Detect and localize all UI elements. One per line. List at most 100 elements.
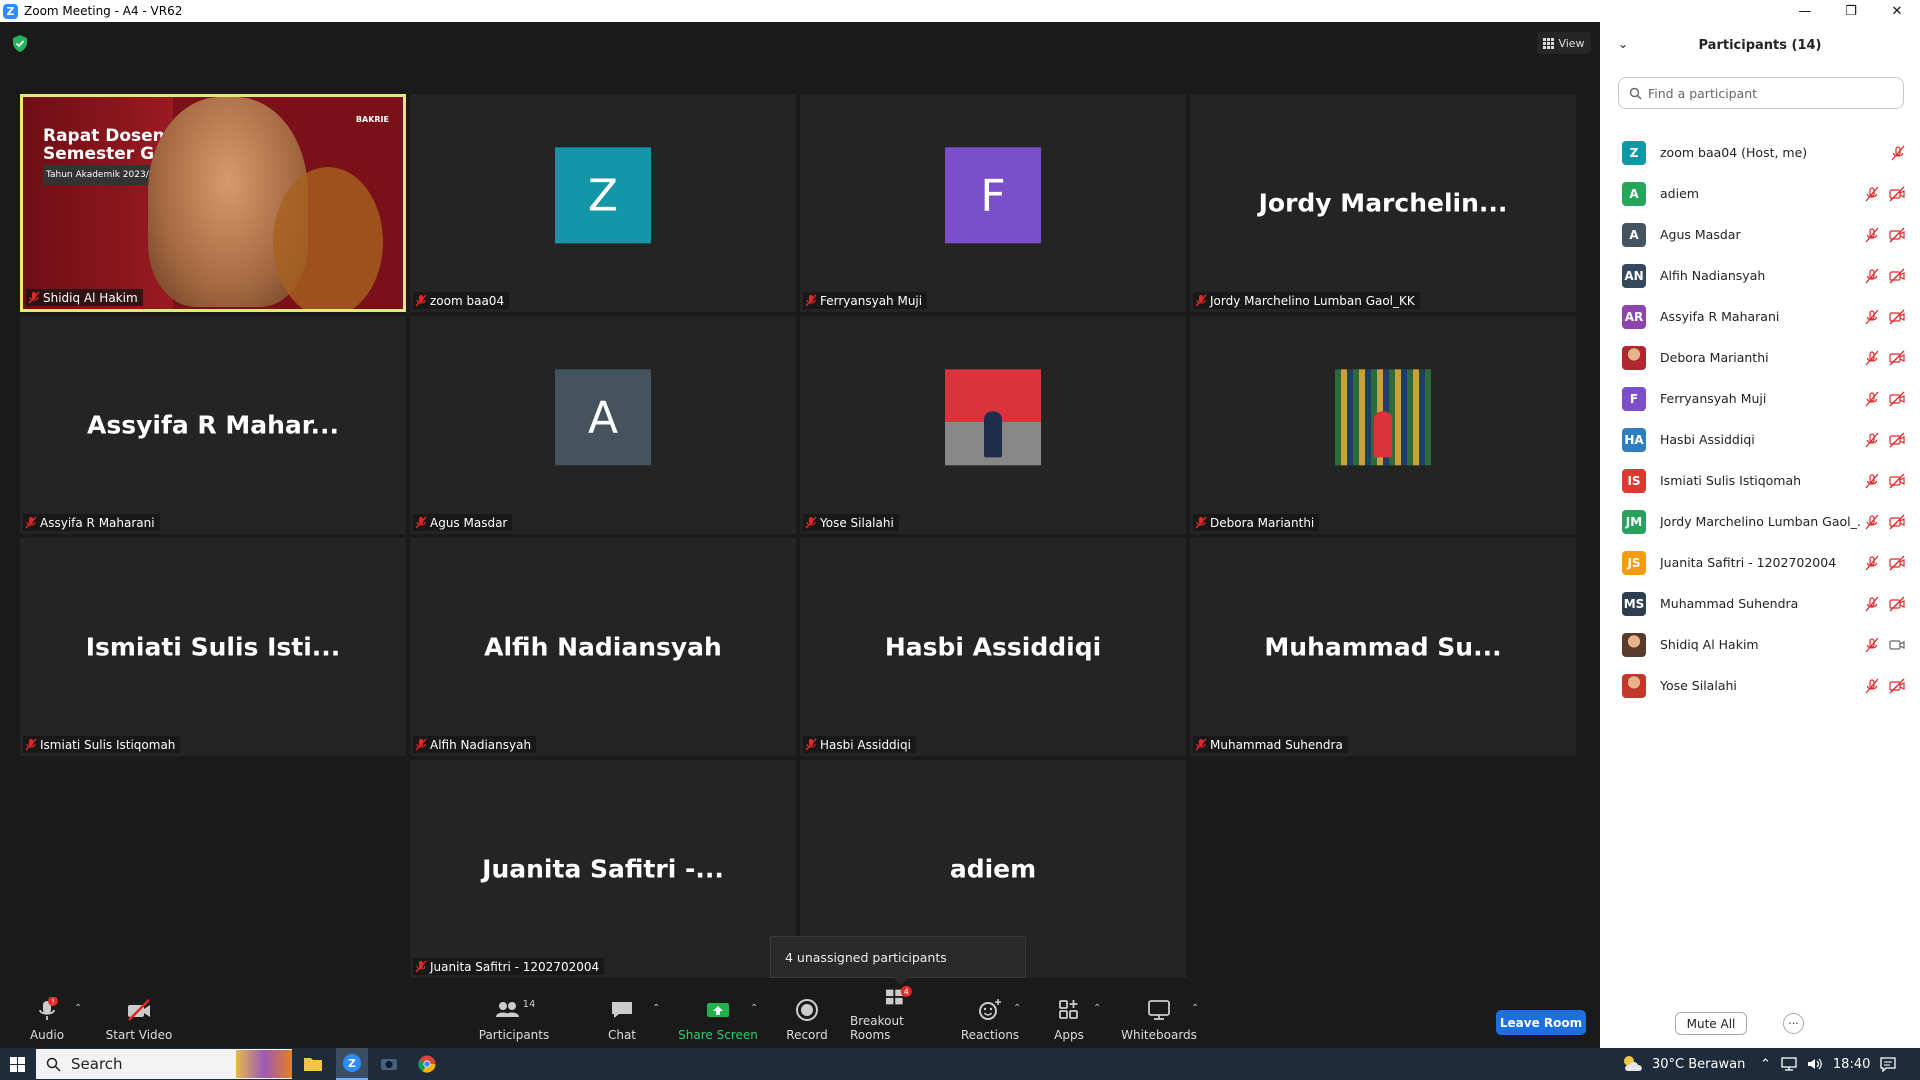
video-off-icon[interactable] [1888, 391, 1906, 407]
clock[interactable]: 18:40 [1833, 1057, 1870, 1072]
video-on-icon[interactable] [1888, 637, 1906, 653]
share-screen-button[interactable]: Share Screen [678, 985, 758, 1048]
restore-button[interactable]: ❐ [1828, 0, 1874, 22]
record-button[interactable]: Record [782, 985, 832, 1048]
video-off-icon[interactable] [1888, 268, 1906, 284]
participant-row[interactable]: AR Assyifa R Maharani [1600, 296, 1920, 337]
video-off-icon[interactable] [1888, 514, 1906, 530]
mic-muted-icon[interactable] [1864, 637, 1880, 653]
video-off-icon[interactable] [1888, 227, 1906, 243]
weather-widget[interactable]: 30°C Berawan [1620, 1048, 1745, 1080]
mic-muted-icon[interactable] [1864, 350, 1880, 366]
zoom-taskbar-icon[interactable]: Z [336, 1048, 368, 1080]
participant-row[interactable]: Debora Marianthi [1600, 337, 1920, 378]
participant-search-input[interactable]: Find a participant [1618, 77, 1904, 109]
audio-options-caret[interactable]: ⌃ [74, 1003, 82, 1014]
windows-start-icon[interactable] [10, 1057, 25, 1072]
participant-avatar: AR [1622, 304, 1646, 329]
participant-row[interactable]: A Agus Masdar [1600, 214, 1920, 255]
start-video-button[interactable]: Start Video [104, 985, 174, 1048]
mic-muted-icon[interactable] [1864, 678, 1880, 694]
close-button[interactable]: ✕ [1874, 0, 1920, 22]
video-tile[interactable]: Assyifa R Mahar... Assyifa R Maharani [20, 316, 406, 534]
video-tile[interactable]: Alfih Nadiansyah Alfih Nadiansyah [410, 538, 796, 756]
chrome-icon[interactable] [418, 1055, 436, 1073]
mic-muted-icon[interactable] [1864, 309, 1880, 325]
chat-options-caret[interactable]: ⌃ [652, 1003, 660, 1014]
mic-muted-icon[interactable] [1864, 514, 1880, 530]
video-tile[interactable]: Rapat Dosen Semester Ga Tahun Akademik 202… [20, 94, 406, 312]
participant-name: zoom baa04 (Host, me) [1660, 145, 1808, 160]
collapse-chevron-icon[interactable]: ⌄ [1618, 37, 1628, 51]
participants-label: Participants [478, 1028, 550, 1042]
minimize-button[interactable]: — [1782, 0, 1828, 22]
participant-row[interactable]: HA Hasbi Assiddiqi [1600, 419, 1920, 460]
participant-row[interactable]: Shidiq Al Hakim [1600, 624, 1920, 665]
notifications-icon[interactable] [1880, 1056, 1896, 1072]
participant-row[interactable]: IS Ismiati Sulis Istiqomah [1600, 460, 1920, 501]
participant-row[interactable]: AN Alfih Nadiansyah [1600, 255, 1920, 296]
mic-muted-icon[interactable] [1864, 432, 1880, 448]
video-off-icon[interactable] [1888, 555, 1906, 571]
video-off-icon[interactable] [1888, 309, 1906, 325]
whiteboards-button[interactable]: Whiteboards [1121, 985, 1197, 1048]
mic-muted-icon[interactable] [1890, 145, 1906, 161]
reactions-button[interactable]: Reactions [960, 985, 1020, 1048]
video-off-icon[interactable] [1888, 432, 1906, 448]
video-tile[interactable]: Muhammad Su... Muhammad Suhendra [1190, 538, 1576, 756]
video-tile[interactable]: Yose Silalahi [800, 316, 1186, 534]
tile-name-label: Ismiati Sulis Istiqomah [23, 736, 181, 753]
mute-all-button[interactable]: Mute All [1675, 1012, 1747, 1035]
video-tile[interactable]: F Ferryansyah Muji [800, 94, 1186, 312]
taskbar-search-box[interactable]: Search [36, 1049, 292, 1079]
share-options-caret[interactable]: ⌃ [750, 1003, 758, 1014]
reactions-options-caret[interactable]: ⌃ [1013, 1003, 1021, 1014]
video-tile[interactable]: A Agus Masdar [410, 316, 796, 534]
chat-button[interactable]: Chat [600, 985, 644, 1048]
participant-row[interactable]: MS Muhammad Suhendra [1600, 583, 1920, 624]
participant-row[interactable]: JM Jordy Marchelino Lumban Gaol_... [1600, 501, 1920, 542]
participant-row[interactable]: Zzoom baa04 (Host, me) [1600, 132, 1920, 173]
video-off-icon[interactable] [1888, 350, 1906, 366]
video-tile[interactable]: Ismiati Sulis Isti... Ismiati Sulis Istiq… [20, 538, 406, 756]
video-tile[interactable]: Hasbi Assiddiqi Hasbi Assiddiqi [800, 538, 1186, 756]
video-tile[interactable]: Jordy Marchelin... Jordy Marchelino Lumba… [1190, 94, 1576, 312]
video-off-icon[interactable] [1888, 596, 1906, 612]
mic-muted-icon[interactable] [1864, 596, 1880, 612]
participant-name: Muhammad Suhendra [1660, 596, 1799, 611]
video-tile[interactable]: Juanita Safitri -... Juanita Safitri - 12… [410, 760, 796, 978]
video-tile[interactable]: Zzoom baa04 [410, 94, 796, 312]
mic-muted-icon[interactable] [1864, 227, 1880, 243]
mic-muted-icon[interactable] [1864, 186, 1880, 202]
breakout-rooms-button[interactable]: 4 Breakout Rooms [850, 985, 946, 1048]
window-title: Zoom Meeting - A4 - VR62 [24, 4, 183, 18]
view-button[interactable]: View [1537, 32, 1591, 54]
mic-muted-icon[interactable] [1864, 268, 1880, 284]
participant-row[interactable]: Aadiem [1600, 173, 1920, 214]
volume-icon[interactable] [1807, 1057, 1823, 1071]
participant-row[interactable]: Yose Silalahi [1600, 665, 1920, 706]
video-off-icon[interactable] [1888, 678, 1906, 694]
file-explorer-icon[interactable] [304, 1056, 322, 1071]
tray-overflow-icon[interactable]: ⌃ [1760, 1057, 1771, 1072]
audio-button[interactable]: ! Audio [22, 985, 72, 1048]
participant-row[interactable]: F Ferryansyah Muji [1600, 378, 1920, 419]
camera-app-icon[interactable] [380, 1055, 398, 1073]
whiteboards-options-caret[interactable]: ⌃ [1191, 1003, 1199, 1014]
apps-button[interactable]: Apps [1049, 985, 1089, 1048]
tile-display-name: Hasbi Assiddiqi [884, 632, 1102, 662]
network-icon[interactable] [1781, 1057, 1797, 1071]
mic-muted-icon [1195, 294, 1207, 307]
apps-options-caret[interactable]: ⌃ [1093, 1003, 1101, 1014]
video-off-icon[interactable] [1888, 186, 1906, 202]
participants-button[interactable]: 14 Participants [478, 985, 550, 1048]
mic-muted-icon[interactable] [1864, 555, 1880, 571]
encryption-shield-icon[interactable] [12, 35, 28, 52]
video-off-icon[interactable] [1888, 473, 1906, 489]
participant-row[interactable]: JS Juanita Safitri - 1202702004 [1600, 542, 1920, 583]
more-options-button[interactable]: ··· [1783, 1013, 1804, 1034]
mic-muted-icon[interactable] [1864, 473, 1880, 489]
mic-muted-icon[interactable] [1864, 391, 1880, 407]
video-tile[interactable]: Debora Marianthi [1190, 316, 1576, 534]
leave-room-button[interactable]: Leave Room [1496, 1010, 1586, 1035]
